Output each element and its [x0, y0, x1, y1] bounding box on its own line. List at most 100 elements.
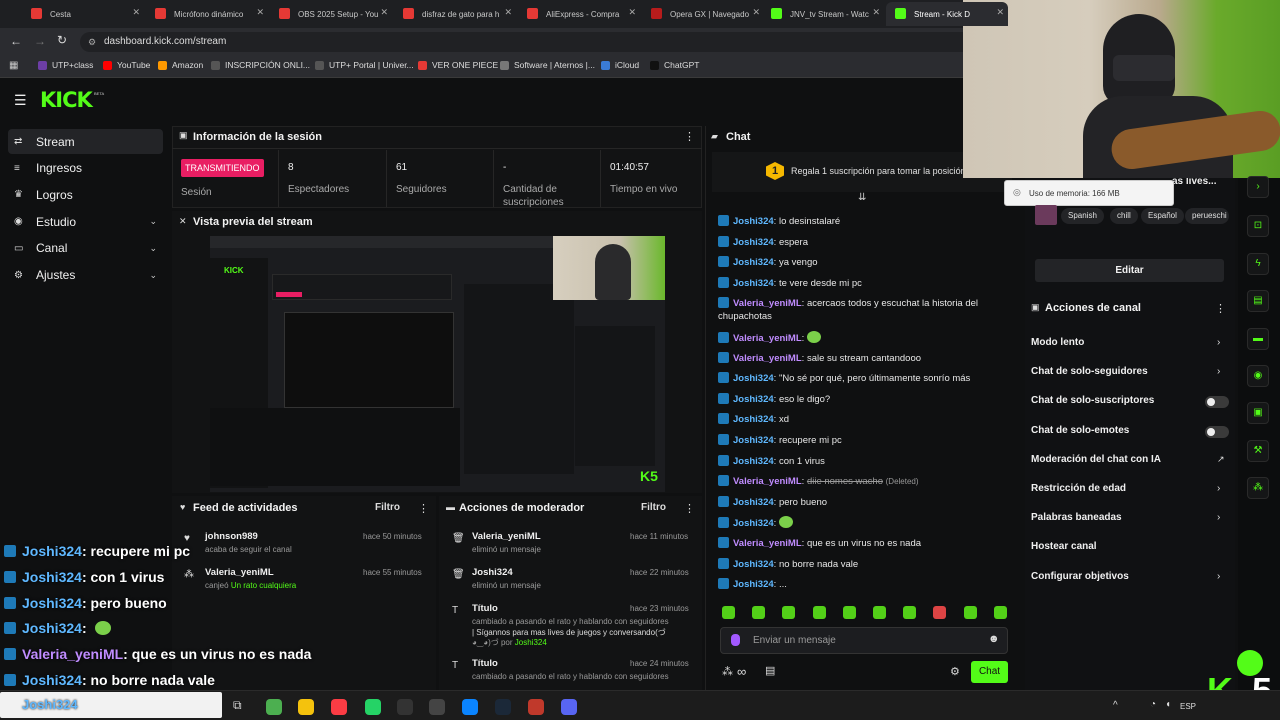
edge-icon[interactable] [462, 699, 478, 715]
bookmark[interactable]: YouTube [103, 60, 150, 70]
chat-message[interactable]: Joshi324: [718, 516, 793, 529]
channel-action[interactable]: Chat de solo-suscriptores [1031, 395, 1154, 406]
tab-close-icon[interactable]: ✕ [132, 7, 140, 18]
chevron-right-icon[interactable]: › [1217, 366, 1220, 377]
chat-username[interactable]: Valeria_yeniML [733, 476, 802, 487]
emote-icon[interactable] [963, 606, 977, 619]
chevron-right-icon[interactable]: › [1217, 571, 1220, 582]
chevron-right-icon[interactable]: › [1217, 512, 1220, 523]
chat-username[interactable]: Valeria_yeniML [733, 353, 802, 364]
broadcast-icon[interactable]: ◉ [1247, 365, 1269, 387]
chat-username[interactable]: Valeria_yeniML [733, 298, 802, 309]
edit-button[interactable]: Editar [1035, 259, 1224, 282]
sidebar-item-logros[interactable]: ♛ Logros [8, 182, 163, 207]
tray-chevron-icon[interactable]: ^ [1113, 700, 1118, 711]
tray-wifi-icon[interactable]: ◔ [1150, 699, 1156, 710]
site-info-icon[interactable]: ⚙ [88, 32, 96, 52]
chat-message[interactable]: Valeria_yeniML: [718, 331, 821, 344]
emote-icon[interactable] [782, 606, 796, 619]
chat-settings-icon[interactable]: ⚙ [950, 665, 960, 678]
browser-tab[interactable]: Micrófono dinámico ✕ [146, 2, 268, 26]
channel-action[interactable]: Configurar objetivos [1031, 571, 1129, 582]
obs-icon[interactable] [397, 699, 413, 715]
wrench-icon[interactable]: ⚒ [1247, 440, 1269, 462]
clipboard-icon[interactable]: ▤ [1247, 290, 1269, 312]
bolt-icon[interactable]: ϟ [1247, 253, 1269, 275]
focus-icon[interactable]: ⊡ [1247, 215, 1269, 237]
browser-tab[interactable]: AliExpress - Compra ✕ [518, 2, 640, 26]
sidebar-item-estudio[interactable]: ◉ Estudio ⌄ [8, 209, 163, 234]
browser-tab[interactable]: Cesta ✕ [22, 2, 144, 26]
feed-user[interactable]: Valeria_yeniML [205, 567, 274, 578]
chat-bubble-icon[interactable]: ▬ [1247, 328, 1269, 350]
chat-message[interactable]: Joshi324: ... [718, 578, 787, 590]
sidebar-item-ajustes[interactable]: ⚙ Ajustes ⌄ [8, 263, 163, 288]
toggle-switch[interactable] [1205, 396, 1229, 409]
chat-username[interactable]: Joshi324 [733, 497, 774, 508]
browser-tab[interactable]: Opera GX | Navegado ✕ [642, 2, 764, 26]
tab-close-icon[interactable]: ✕ [504, 7, 512, 18]
modactions-filter[interactable]: Filtro [641, 502, 666, 513]
scroll-down-icon[interactable]: ⇊ [858, 192, 866, 203]
chat-message[interactable]: Joshi324: pero bueno [718, 495, 827, 508]
kick-logo[interactable]: KICK [40, 88, 93, 112]
chevron-right-icon[interactable]: › [1217, 337, 1220, 348]
chat-message[interactable]: Joshi324: lo desinstalaré [718, 215, 840, 227]
browser-tab[interactable]: Stream - Kick D ✕ [886, 2, 1008, 26]
reload-icon[interactable]: ↻ [57, 33, 67, 47]
bookmark[interactable]: iCloud [601, 60, 639, 70]
stream-tag[interactable]: Español [1141, 208, 1184, 224]
bookmark[interactable]: UTP+class [38, 60, 93, 70]
expand-icon[interactable]: › [1247, 176, 1269, 198]
chat-username[interactable]: Joshi324 [733, 373, 774, 384]
chat-message[interactable]: Joshi324: con 1 virus [718, 454, 825, 467]
music-icon[interactable] [331, 699, 347, 715]
channel-action[interactable]: Palabras baneadas [1031, 512, 1122, 523]
infinity-icon[interactable]: ∞ [737, 664, 746, 679]
chat-message[interactable]: Valeria_yeniML: sale su stream cantandoo… [718, 351, 921, 364]
toggle-switch[interactable] [1205, 425, 1229, 438]
emote-icon[interactable] [993, 606, 1007, 619]
emote-icon[interactable] [903, 606, 917, 619]
chat-message[interactable]: Joshi324: espera [718, 235, 808, 248]
emoji-icon[interactable]: ☻ [988, 633, 1000, 645]
points-icon[interactable]: ⁂ [1247, 477, 1269, 499]
chat-message[interactable]: Valeria_yeniML: diie nomes wacho (Delete… [718, 475, 919, 487]
chat-username[interactable]: Joshi324 [733, 278, 774, 289]
chat-username[interactable]: Joshi324 [733, 559, 774, 570]
tab-close-icon[interactable]: ✕ [256, 7, 264, 18]
bookmark[interactable]: UTP+ Portal | Univer... [315, 60, 414, 70]
chat-message[interactable]: Joshi324: ya vengo [718, 256, 818, 268]
emote-icon[interactable] [933, 606, 947, 619]
tab-close-icon[interactable]: ✕ [872, 7, 880, 18]
channel-action[interactable]: Restricción de edad [1031, 483, 1126, 494]
chat-username[interactable]: Joshi324 [733, 518, 774, 529]
chat-message[interactable]: Valeria_yeniML: que es un virus no es na… [718, 537, 921, 549]
browser-tab[interactable]: OBS 2025 Setup - You ✕ [270, 2, 392, 26]
channel-action[interactable]: Modo lento [1031, 337, 1084, 348]
steam-icon[interactable] [495, 699, 511, 715]
task-view-icon[interactable]: ⧉ [233, 698, 242, 713]
feed-more-icon[interactable]: ⋮ [418, 502, 429, 515]
tab-close-icon[interactable]: ✕ [996, 7, 1004, 18]
chat-username[interactable]: Joshi324 [733, 237, 774, 248]
whatsapp-icon[interactable] [365, 699, 381, 715]
chat-message[interactable]: Joshi324: "No sé por qué, pero últimamen… [718, 372, 970, 384]
feed-filter[interactable]: Filtro [375, 502, 400, 513]
emote-icon[interactable] [842, 606, 856, 619]
chat-username[interactable]: Valeria_yeniML [733, 538, 802, 549]
emote-icon[interactable] [722, 606, 735, 619]
chatgpt-icon[interactable] [429, 699, 445, 715]
chat-message[interactable]: Joshi324: no borre nada vale [718, 557, 858, 570]
bookmark[interactable]: Amazon [158, 60, 203, 70]
chat-message[interactable]: Joshi324: eso le digo? [718, 392, 830, 405]
sidebar-item-stream[interactable]: ⇄ Stream [8, 129, 163, 154]
tray-language[interactable]: ESP [1180, 702, 1196, 711]
mod-action-by[interactable]: Joshi324 [515, 638, 547, 647]
chat-username[interactable]: Joshi324 [733, 394, 774, 405]
browser-tab[interactable]: JNV_tv Stream - Watc ✕ [762, 2, 884, 26]
chevron-right-icon[interactable]: › [1217, 483, 1220, 494]
tray-volume-icon[interactable]: ◖ [1165, 699, 1171, 710]
chat-input[interactable]: Enviar un mensaje ☻ [720, 627, 1008, 654]
files-icon[interactable] [298, 699, 314, 715]
